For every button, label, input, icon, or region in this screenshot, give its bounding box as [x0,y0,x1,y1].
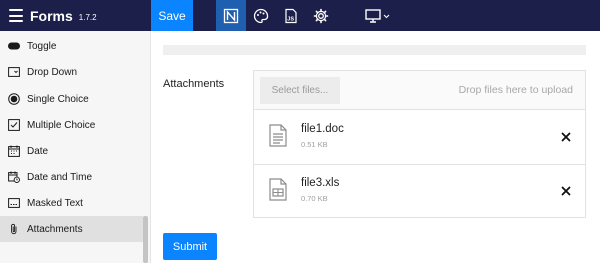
file-size: 0.51 KB [301,140,328,149]
close-icon [561,186,571,196]
top-bar: Forms 1.7.2 Save JS [0,0,600,31]
hamburger-menu-icon[interactable] [9,9,23,22]
sidebar: Toggle Drop Down Single Choice Multiple … [0,31,151,263]
chevron-down-icon [383,14,390,18]
sidebar-scrollbar[interactable] [143,216,148,263]
file-name: file3.xls [301,177,340,189]
desktop-monitor-icon[interactable] [362,0,394,31]
palette-icon[interactable] [246,0,276,31]
field-label: Attachments [163,78,225,90]
app-version: 1.7.2 [78,12,97,22]
sidebar-item-multiple-choice[interactable]: Multiple Choice [0,112,143,138]
gear-icon[interactable] [306,0,336,31]
js-file-icon[interactable]: JS [276,0,306,31]
document-file-icon [269,124,287,147]
checkbox-icon [8,119,20,131]
paperclip-icon [8,223,20,235]
previous-field-strip [163,45,586,55]
sidebar-item-label: Multiple Choice [27,119,96,131]
main-content: Attachments Select files... Drop files h… [152,31,600,263]
brand: Forms 1.7.2 [0,0,151,31]
remove-file-button[interactable] [559,184,573,198]
spreadsheet-file-icon [269,178,287,201]
dropdown-icon [8,66,20,78]
sidebar-item-date-and-time[interactable]: Date and Time [0,164,143,190]
sidebar-item-toggle[interactable]: Toggle [0,33,143,59]
sidebar-item-date[interactable]: Date [0,138,143,164]
sidebar-item-label: Toggle [27,40,57,52]
save-button[interactable]: Save [151,0,193,31]
file-name: file1.doc [301,123,344,135]
sidebar-item-drop-down[interactable]: Drop Down [0,59,143,85]
sidebar-item-single-choice[interactable]: Single Choice [0,86,143,112]
file-size: 0.70 KB [301,194,328,203]
close-icon [561,132,571,142]
file-uploader: Select files... Drop files here to uploa… [253,70,586,218]
sidebar-item-label: Single Choice [27,93,89,105]
app-title: Forms [30,7,73,24]
masked-text-icon [8,197,20,209]
select-files-button[interactable]: Select files... [260,77,340,104]
notion-style-n-icon[interactable] [216,0,246,31]
radio-icon [8,93,20,105]
file-list-item: file3.xls 0.70 KB [254,165,585,219]
sidebar-item-label: Attachments [27,223,83,235]
toggle-icon [8,40,20,52]
uploader-dropzone[interactable]: Select files... Drop files here to uploa… [254,71,585,110]
calendar-icon [8,145,20,157]
sidebar-item-label: Date and Time [27,171,93,183]
sidebar-item-masked-text[interactable]: Masked Text [0,190,143,216]
svg-text:JS: JS [287,16,294,22]
file-list-item: file1.doc 0.51 KB [254,111,585,165]
remove-file-button[interactable] [559,130,573,144]
sidebar-item-attachments[interactable]: Attachments [0,216,143,242]
sidebar-item-label: Drop Down [27,66,78,78]
submit-button[interactable]: Submit [163,233,217,260]
drop-hint: Drop files here to upload [458,84,573,96]
sidebar-item-label: Date [27,145,49,157]
calendar-clock-icon [8,171,20,183]
sidebar-item-label: Masked Text [27,197,83,209]
